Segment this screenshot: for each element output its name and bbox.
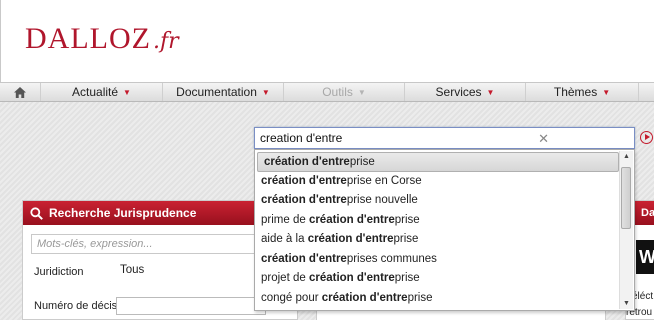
suggestion-rest: prise [394,272,420,284]
suggestion-item[interactable]: création d'entreprise nouvelle [255,191,621,211]
panel-title: Recherche Jurisprudence [49,206,197,220]
dropdown-scrollbar[interactable]: ▲ ▼ [619,151,633,309]
nav-item-documentation[interactable]: Documentation ▼ [163,83,284,101]
site-header: DALLOZ.fr [0,0,654,82]
nav-label: Documentation [176,85,257,99]
suggestion-match: création d'entre [308,272,395,284]
suggestion-item[interactable]: congé pour création d'entreprise [255,289,621,309]
suggestion-match: création d'entre [321,291,408,304]
nav-item-services[interactable]: Services ▼ [405,83,526,101]
suggestion-item[interactable]: projet de création d'entreprise [255,269,621,289]
main-nav: Actualité ▼ Documentation ▼ Outils ▼ Servic… [0,82,654,102]
home-button[interactable] [0,83,41,101]
caret-down-icon: ▼ [357,87,366,97]
nav-label: Thèmes [553,85,598,99]
suggestion-rest: prise nouvelle [346,194,418,206]
keywords-input[interactable] [32,235,282,253]
suggestion-item[interactable]: création d'entreprises communes [255,250,621,270]
suggestion-item[interactable]: création d'entreprise en Corse [255,172,621,192]
nav-item-outils[interactable]: Outils ▼ [284,83,405,101]
dalloz-logo[interactable]: DALLOZ.fr [25,22,179,62]
suggestion-item[interactable]: prime de création d'entreprise [255,211,621,231]
scroll-down-icon[interactable]: ▼ [623,300,630,307]
suggestion-prefix: aide à la [261,233,308,245]
logo-suffix: .fr [152,29,179,54]
suggestion-item[interactable]: aide à la création d'entreprise [255,230,621,250]
jurisdiction-select[interactable]: Tous [116,264,266,280]
logo-text: DALLOZ [25,22,151,55]
caret-down-icon: ▼ [602,87,611,97]
publication-logo[interactable]: W [636,240,654,274]
search-box[interactable]: ✕ [254,127,635,149]
search-submit-icon[interactable] [640,131,653,144]
suggestion-match: création d'entre [308,213,395,226]
suggestion-match: création d'entre [307,233,394,245]
clear-icon[interactable]: ✕ [538,131,549,147]
scrollbar-thumb[interactable] [621,167,631,229]
suggestion-prefix: prime de [261,213,309,226]
caret-down-icon: ▼ [123,87,131,97]
nav-label: Services [435,85,482,99]
suggestion-match: création d'entre [261,194,347,206]
jurisdiction-label: Juridiction [34,266,84,278]
nav-label: Actualité [72,85,119,99]
suggestion-rest: prise [407,291,433,304]
suggestion-list: création d'entreprise création d'entrepr… [255,150,621,308]
suggestion-match: création d'entre [261,252,347,265]
caret-down-icon: ▼ [261,87,270,97]
decision-number-field[interactable] [116,297,266,315]
nav-item-actualite[interactable]: Actualité ▼ [41,83,163,101]
suggestion-item[interactable]: création d'entreprise [257,152,619,172]
keywords-field[interactable] [31,234,289,254]
suggestion-match: création d'entre [264,156,350,168]
caret-down-icon: ▼ [486,87,495,97]
suggestion-rest: prise [394,213,420,226]
suggestion-rest: prise en Corse [346,174,422,187]
page: DALLOZ.fr Actualité ▼ Documentation ▼ Outi… [0,0,654,320]
home-icon [14,86,26,98]
suggestion-prefix: projet de [261,272,309,284]
suggestion-rest: prise [393,233,419,245]
search-icon [27,201,45,225]
suggestion-rest: prises communes [346,252,437,265]
suggestion-rest: prise [349,156,375,168]
suggestion-match: création d'entre [261,174,347,187]
jurisdiction-value: Tous [120,264,145,276]
scroll-up-icon[interactable]: ▲ [623,153,630,160]
nav-label: Outils [322,85,353,99]
autocomplete-dropdown: création d'entreprise création d'entrepr… [254,149,635,311]
suggestion-prefix: congé pour [261,291,322,304]
nav-item-themes[interactable]: Thèmes ▼ [526,83,639,101]
